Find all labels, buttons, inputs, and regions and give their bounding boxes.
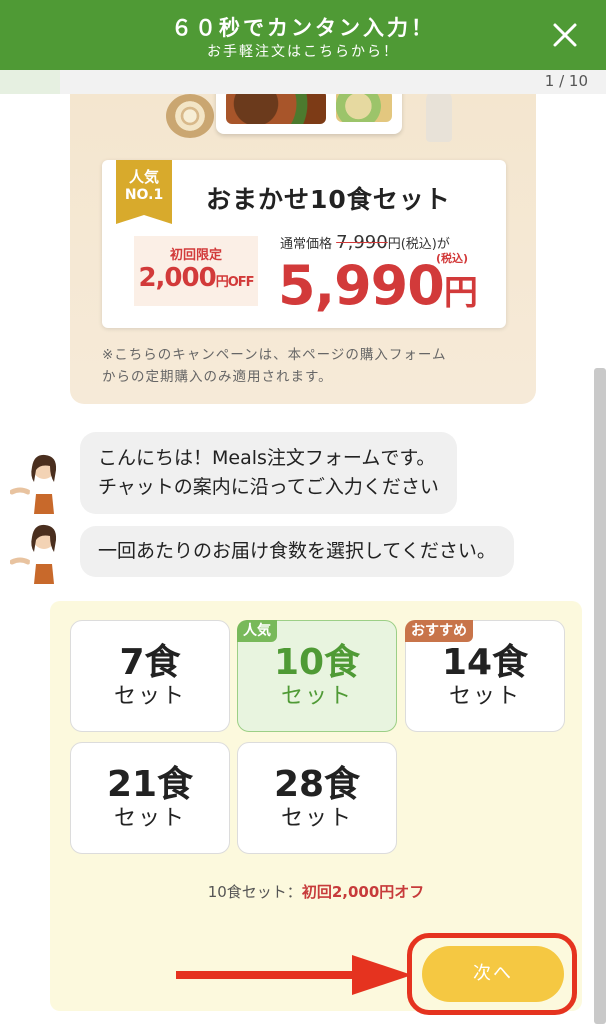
first-label: 初回限定 xyxy=(169,248,222,263)
option-21-meals[interactable]: 21食 セット xyxy=(70,742,230,854)
summary-highlight: 初回2,000円オフ xyxy=(301,883,425,901)
scrollbar[interactable] xyxy=(594,368,606,1024)
regular-price: 7,990 xyxy=(336,232,388,253)
chat-bubble-greeting: こんにちは！Meals注文フォームです。 チャットの案内に沿ってご入力ください xyxy=(80,432,457,514)
popular-tag: 人気 xyxy=(237,620,277,642)
sale-yen: 円 xyxy=(443,273,478,313)
option-sub: セット xyxy=(113,684,186,709)
sale-tax: (税込) xyxy=(436,252,469,265)
header-subtitle: お手軽注文はこちらから！ xyxy=(207,44,399,60)
campaign-note: ※こちらのキャンペーンは、本ページの購入フォーム からの定期購入のみ適用されます… xyxy=(102,344,522,388)
header-bar: ６０秒でカンタン入力！ お手軽注文はこちらから！ xyxy=(0,0,606,70)
operator-avatar xyxy=(9,452,66,514)
popular-ribbon: 人気 NO.1 xyxy=(116,160,172,224)
greeting-line-2: チャットの案内に沿ってご入力ください xyxy=(98,476,439,498)
page-counter: 1 / 10 xyxy=(544,72,588,90)
header-title: ６０秒でカンタン入力！ xyxy=(171,16,435,40)
campaign-banner: 人気 NO.1 おまかせ10食セット 初回限定 2,000円OFF 通常価格 7… xyxy=(70,94,536,404)
chat-bubble-question: 一回あたりのお届け食数を選択してください。 xyxy=(80,526,514,577)
ribbon-text-2: NO.1 xyxy=(124,187,164,203)
close-icon[interactable] xyxy=(550,20,580,50)
option-28-meals[interactable]: 28食 セット xyxy=(237,742,397,854)
lotus-root-image xyxy=(166,94,214,138)
selection-summary: 10食セット：初回2,000円オフ xyxy=(50,881,582,902)
progress-bar xyxy=(0,70,606,94)
option-7-meals[interactable]: 7食 セット xyxy=(70,620,230,732)
option-10-meals[interactable]: 人気 10食 セット xyxy=(237,620,397,732)
red-arrow-icon xyxy=(176,955,412,995)
option-number: 21食 xyxy=(106,764,194,805)
option-number: 28食 xyxy=(273,764,361,805)
note-line-2: からの定期購入のみ適用されます。 xyxy=(102,369,333,385)
operator-avatar xyxy=(9,522,66,584)
greeting-line-1: こんにちは！Meals注文フォームです。 xyxy=(98,447,436,469)
option-sub: セット xyxy=(280,806,353,831)
recommended-tag: おすすめ xyxy=(405,620,473,642)
progress-fill xyxy=(0,70,60,94)
regular-label: 通常価格 xyxy=(280,237,333,252)
option-sub: セット xyxy=(280,684,353,709)
option-number: 7食 xyxy=(119,642,181,683)
sale-price-value: 5,990 xyxy=(278,254,445,317)
first-unit: 円OFF xyxy=(215,275,255,290)
option-sub: セット xyxy=(113,806,186,831)
option-14-meals[interactable]: おすすめ 14食 セット xyxy=(405,620,565,732)
mushroom-image xyxy=(426,94,452,142)
summary-label: 10食セット： xyxy=(207,883,302,901)
option-number: 10食 xyxy=(273,642,361,683)
next-button[interactable]: 次へ xyxy=(422,946,564,1002)
side-dish-image xyxy=(336,94,392,122)
first-time-discount: 初回限定 2,000円OFF xyxy=(134,236,258,306)
option-sub: セット xyxy=(448,684,521,709)
price-card: 人気 NO.1 おまかせ10食セット 初回限定 2,000円OFF 通常価格 7… xyxy=(102,160,506,328)
note-line-1: ※こちらのキャンペーンは、本ページの購入フォーム xyxy=(102,347,447,363)
regular-price-row: 通常価格 7,990円(税込)が xyxy=(280,232,450,253)
ribbon-text-1: 人気 xyxy=(128,168,159,186)
first-value: 2,000 xyxy=(138,263,216,293)
first-value-row: 2,000円OFF xyxy=(134,263,258,293)
option-number: 14食 xyxy=(441,642,529,683)
main-dish-image xyxy=(226,94,326,124)
set-title: おまかせ10食セット xyxy=(206,185,451,214)
